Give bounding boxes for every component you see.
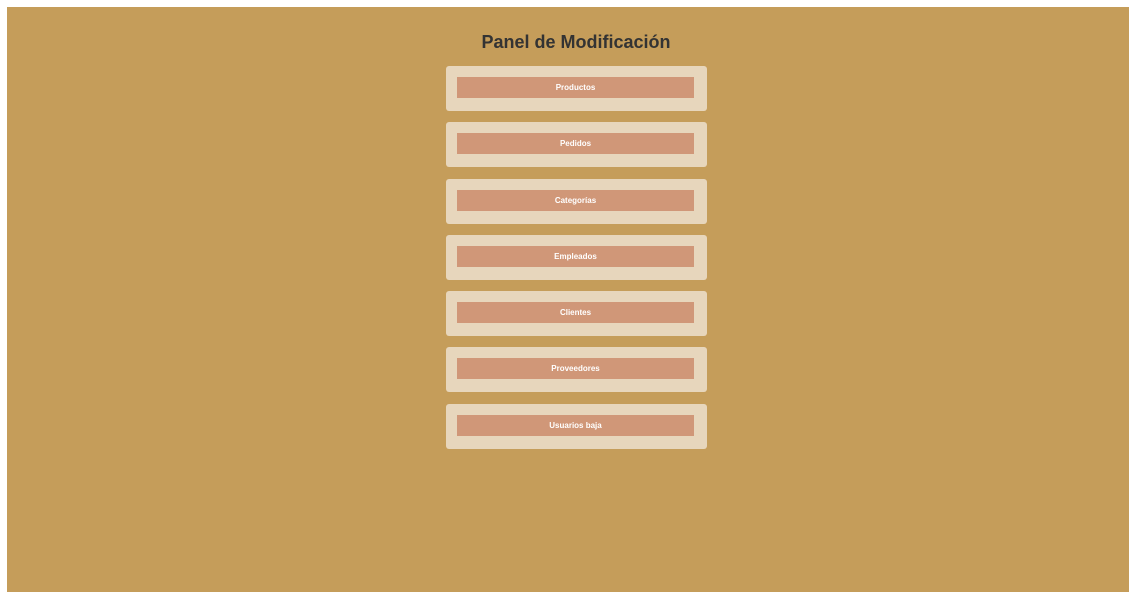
menu-card-productos: Productos: [446, 66, 707, 111]
pedidos-button[interactable]: Pedidos: [457, 133, 694, 155]
menu-card-pedidos: Pedidos: [446, 122, 707, 168]
categorias-button[interactable]: Categorías: [457, 189, 694, 211]
clientes-button[interactable]: Clientes: [457, 302, 694, 324]
menu-card-categorias: Categorías: [446, 178, 707, 224]
empleados-button[interactable]: Empleados: [457, 245, 694, 267]
usuarios-baja-button[interactable]: Usuarios baja: [457, 414, 694, 436]
page-title: Panel de Modificación: [481, 32, 671, 52]
menu-card-usuarios-baja: Usuarios baja: [446, 403, 707, 449]
menu-card-clientes: Clientes: [446, 291, 707, 337]
productos-button[interactable]: Productos: [457, 77, 694, 98]
menu-card-proveedores: Proveedores: [446, 347, 707, 393]
menu-list: Productos Pedidos Categorías Empleados C…: [446, 66, 707, 460]
page-background: Panel de Modificación Productos Pedidos …: [7, 7, 1129, 592]
menu-card-empleados: Empleados: [446, 234, 707, 280]
proveedores-button[interactable]: Proveedores: [457, 358, 694, 380]
